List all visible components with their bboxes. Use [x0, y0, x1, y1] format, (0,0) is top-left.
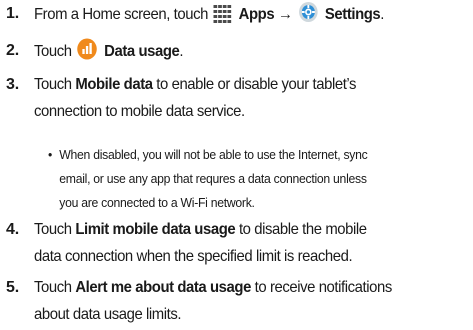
step-text: Touch Data usage. — [34, 38, 434, 69]
step-text-rest: to enable or disable your tablet’s — [156, 76, 357, 93]
step-text: Touch Alert me about data usage to recei… — [34, 274, 434, 328]
note-bullet: • When disabled, you will not be able to … — [48, 143, 443, 215]
limit-mobile-data-label: Limit mobile data usage — [75, 221, 236, 238]
step-text: Touch Limit mobile data usage to disable… — [34, 216, 434, 270]
step-period: . — [179, 43, 184, 60]
apps-grid-icon — [213, 5, 233, 32]
instruction-document: 1. From a Home screen, touch Apps → Sett… — [0, 0, 473, 330]
step-text-lead: Touch — [34, 43, 72, 60]
step-number: 5. — [6, 279, 19, 296]
step-text-rest: to receive notifications — [254, 279, 393, 296]
step-text-line2: connection to mobile data service. — [34, 103, 245, 120]
step-text-lead: Touch — [34, 279, 72, 296]
step-text: Touch Mobile data to enable or disable y… — [34, 71, 434, 125]
step-text-lead: Touch — [34, 76, 72, 93]
bullet-line-2: email, or use any app that requres a dat… — [59, 171, 367, 186]
step-text-line2: data connection when the specified limit… — [34, 248, 353, 265]
apps-label: Apps — [238, 6, 275, 23]
step-number: 2. — [6, 42, 19, 59]
bullet-line-1: When disabled, you will not be able to u… — [59, 147, 368, 162]
data-usage-icon — [77, 38, 98, 69]
alert-data-usage-label: Alert me about data usage — [75, 279, 251, 296]
mobile-data-label: Mobile data — [75, 76, 153, 93]
bullet-marker: • — [48, 147, 53, 162]
step-period: . — [380, 6, 385, 23]
step-text-rest: to disable the mobile — [238, 221, 367, 238]
step-text-line2: about data usage limits. — [34, 306, 182, 323]
settings-gear-icon — [298, 1, 318, 32]
step-number: 1. — [6, 5, 19, 22]
step-text-lead: Touch — [34, 221, 72, 238]
step-number: 4. — [6, 221, 19, 238]
step-number: 3. — [6, 76, 19, 93]
data-usage-label: Data usage — [104, 43, 180, 60]
bullet-line-3: you are connected to a Wi-Fi network. — [59, 195, 255, 210]
step-text: From a Home screen, touch Apps → Setting… — [34, 1, 434, 32]
settings-label: Settings — [324, 6, 381, 23]
step-text-lead: From a Home screen, touch — [34, 6, 208, 23]
arrow-symbol: → — [277, 6, 293, 23]
